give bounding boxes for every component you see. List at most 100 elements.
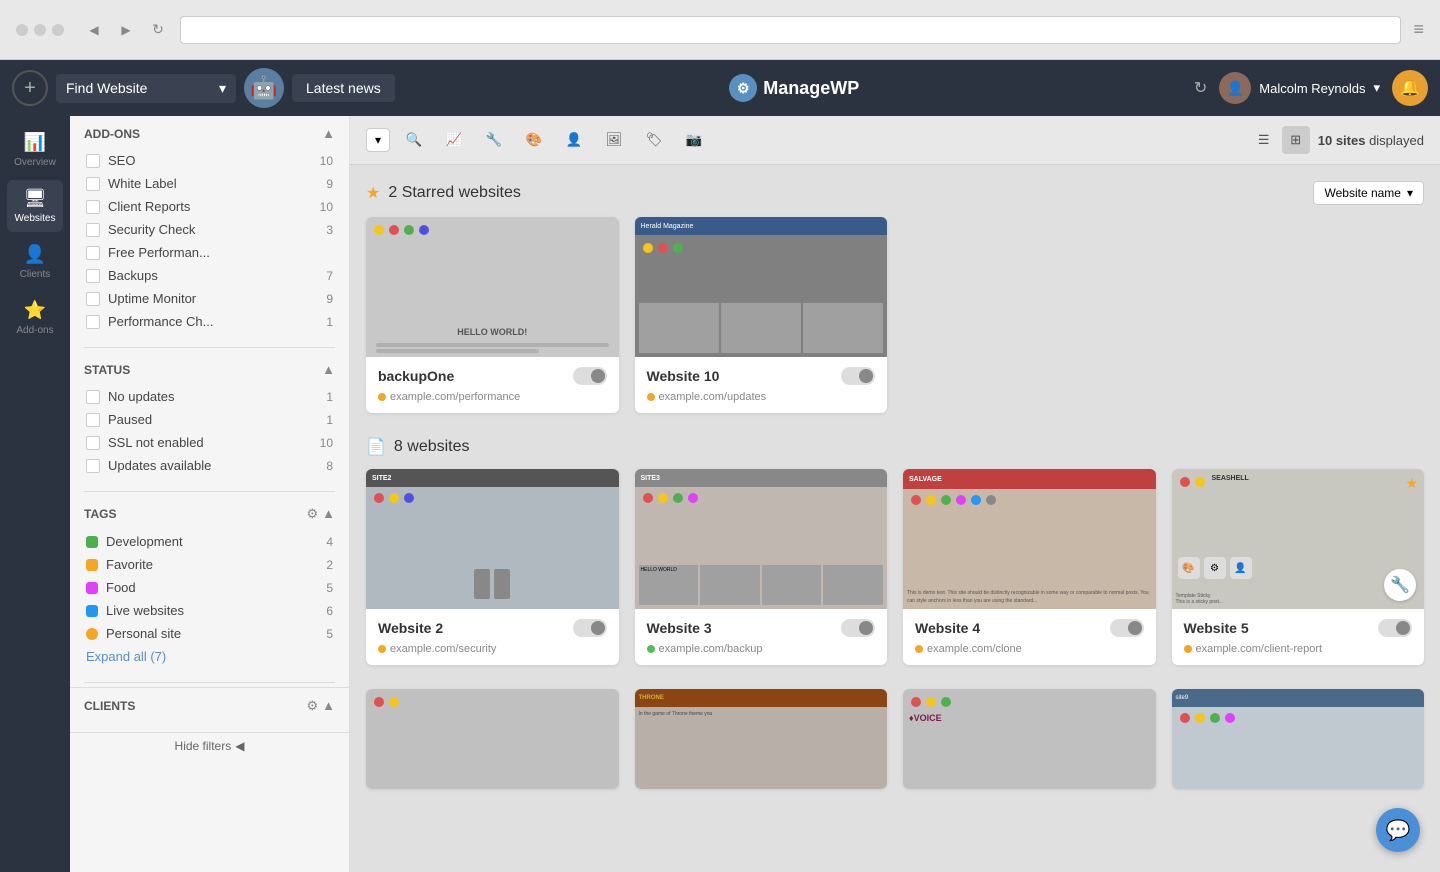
color-palette-button[interactable]: 🎨 (518, 124, 550, 156)
website-card-backupone[interactable]: HELLO WORLD! backupOne (366, 217, 619, 413)
white-label-checkbox[interactable] (86, 177, 100, 191)
hide-filters-button[interactable]: Hide filters ◀ (70, 732, 349, 759)
uptime-monitor-checkbox[interactable] (86, 292, 100, 306)
sidebar-item-overview[interactable]: 📊 Overview (7, 124, 63, 176)
image-button[interactable]: 🖼 (598, 124, 630, 156)
paused-checkbox[interactable] (86, 413, 100, 427)
addons-collapse-button[interactable]: ▲ (322, 126, 335, 141)
website-card-website6[interactable] (366, 689, 619, 789)
sidebar-addon-uptime-monitor[interactable]: Uptime Monitor 9 (84, 287, 335, 310)
ssl-not-enabled-checkbox[interactable] (86, 436, 100, 450)
sidebar-status-no-updates[interactable]: No updates 1 (84, 385, 335, 408)
security-check-checkbox[interactable] (86, 223, 100, 237)
dot (971, 495, 981, 505)
grid-view-button[interactable]: ⊞ (1282, 126, 1310, 154)
backups-checkbox[interactable] (86, 269, 100, 283)
sidebar-tag-favorite[interactable]: Favorite 2 (84, 553, 335, 576)
camera-button[interactable]: 📷 (678, 124, 710, 156)
website3-thumbnail: SITE3 HELLO WORLD (635, 469, 888, 609)
update-button[interactable]: 🔧 (478, 124, 510, 156)
support-chat-button[interactable]: 💬 (1376, 808, 1420, 852)
sidebar-tag-development[interactable]: Development 4 (84, 530, 335, 553)
sidebar-addon-seo[interactable]: SEO 10 (84, 149, 335, 172)
ssl-not-enabled-count: 10 (320, 436, 333, 450)
client-reports-checkbox[interactable] (86, 200, 100, 214)
sidebar-addon-white-label[interactable]: White Label 9 (84, 172, 335, 195)
sidebar-addon-security-check[interactable]: Security Check 3 (84, 218, 335, 241)
browser-url-input[interactable] (180, 16, 1401, 44)
website4-toggle[interactable] (1110, 619, 1144, 637)
search-button[interactable]: 🔍 (398, 124, 430, 156)
bulk-select-button[interactable]: ▾ (366, 128, 390, 152)
sidebar-addon-performance-check[interactable]: Performance Ch... 1 (84, 310, 335, 333)
status-collapse-button[interactable]: ▲ (322, 362, 335, 377)
browser-menu-button[interactable]: ≡ (1413, 19, 1424, 40)
header-user-menu[interactable]: 👤 Malcolm Reynolds ▾ (1219, 72, 1380, 104)
sidebar-item-websites[interactable]: 🖥 Websites (7, 180, 63, 232)
url-status-indicator (647, 393, 655, 401)
website-card-website5[interactable]: ★ SEASHELL Template StickyThis is a stic… (1172, 469, 1425, 665)
sidebar-addon-client-reports[interactable]: Client Reports 10 (84, 195, 335, 218)
website3-toggle[interactable] (841, 619, 875, 637)
seashell-label: SEASHELL (1212, 475, 1249, 482)
sort-dropdown[interactable]: Website name ▾ (1313, 181, 1424, 205)
website2-toggle[interactable] (573, 619, 607, 637)
tags-collapse-button[interactable]: ▲ (322, 506, 335, 522)
sidebar-status-ssl-not-enabled[interactable]: SSL not enabled 10 (84, 431, 335, 454)
website-card-website3[interactable]: SITE3 HELLO WORLD (635, 469, 888, 665)
no-updates-checkbox[interactable] (86, 390, 100, 404)
website-card-website4[interactable]: SALVAGE This is demo t (903, 469, 1156, 665)
website-card-site9[interactable]: site9 (1172, 689, 1425, 789)
notification-bell-button[interactable]: 🔔 (1392, 70, 1428, 106)
sidebar-addon-backups[interactable]: Backups 7 (84, 264, 335, 287)
color-palette-icon: 🎨 (526, 132, 543, 148)
sidebar-status-paused[interactable]: Paused 1 (84, 408, 335, 431)
expand-all-button[interactable]: Expand all (7) (84, 645, 335, 668)
performance-check-checkbox[interactable] (86, 315, 100, 329)
find-website-dropdown[interactable]: Find Website ▾ (56, 74, 236, 103)
sidebar-item-addons[interactable]: ⭐ Add-ons (7, 292, 63, 344)
header-right: ↻ 👤 Malcolm Reynolds ▾ 🔔 (1194, 70, 1428, 106)
browser-forward-button[interactable]: ▶ (116, 20, 136, 40)
website-card-website2[interactable]: SITE2 (366, 469, 619, 665)
live-websites-tag-count: 6 (326, 604, 333, 618)
sidebar-tag-personal-site[interactable]: Personal site 5 (84, 622, 335, 645)
website-card-website8[interactable]: ♦VOICE (903, 689, 1156, 789)
add-button[interactable]: + (12, 70, 48, 106)
user-button[interactable]: 👤 (558, 124, 590, 156)
sidebar-addon-free-performance[interactable]: Free Performan... (84, 241, 335, 264)
backupone-toggle[interactable] (573, 367, 607, 385)
website-card-website7[interactable]: THRONE In the game of Throne theme you (635, 689, 888, 789)
dot (419, 225, 429, 235)
website5-toggle[interactable] (1378, 619, 1412, 637)
user-name: Malcolm Reynolds (1259, 81, 1365, 96)
header-refresh-button[interactable]: ↻ (1194, 78, 1207, 98)
sidebar-tag-live-websites[interactable]: Live websites 6 (84, 599, 335, 622)
analytics-button[interactable]: 📈 (438, 124, 470, 156)
website4-content: This is demo text. This site should be d… (907, 589, 1152, 605)
dot (658, 493, 668, 503)
browser-back-button[interactable]: ◀ (84, 20, 104, 40)
clients-settings-button[interactable]: ⚙ (306, 698, 318, 714)
sidebar-tag-food[interactable]: Food 5 (84, 576, 335, 599)
seo-checkbox[interactable] (86, 154, 100, 168)
sidebar-status-updates-available[interactable]: Updates available 8 (84, 454, 335, 477)
user-chevron-icon: ▾ (1373, 80, 1380, 96)
latest-news-button[interactable]: Latest news (292, 74, 395, 102)
sidebar-item-clients[interactable]: 👤 Clients (7, 236, 63, 288)
browser-refresh-button[interactable]: ↻ (148, 20, 168, 40)
security-check-label: Security Check (108, 222, 195, 237)
list-view-button[interactable]: ☰ (1250, 126, 1278, 154)
updates-available-checkbox[interactable] (86, 459, 100, 473)
hide-filters-label: Hide filters (175, 739, 232, 753)
uptime-monitor-label: Uptime Monitor (108, 291, 196, 306)
website-card-website10[interactable]: Herald Magazine (635, 217, 888, 413)
starred-section-header: ★ 2 Starred websites Website name ▾ (366, 181, 1424, 205)
tags-settings-button[interactable]: ⚙ (306, 506, 318, 522)
free-performance-checkbox[interactable] (86, 246, 100, 260)
website10-toggle[interactable] (841, 367, 875, 385)
dot (911, 697, 921, 707)
clients-collapse-button[interactable]: ▲ (322, 698, 335, 714)
site4-header: SALVAGE (903, 469, 1156, 489)
tag-button[interactable]: 🏷 (638, 124, 670, 156)
